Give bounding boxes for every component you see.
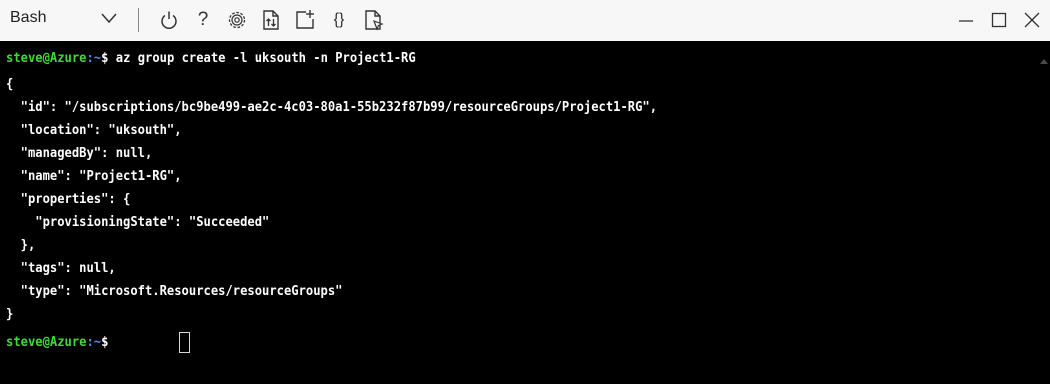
prompt-at: @	[42, 334, 50, 350]
prompt-symbol: $	[101, 334, 109, 350]
output-line: "properties": {	[6, 191, 131, 207]
scroll-up-arrow-icon[interactable]	[1040, 59, 1048, 64]
minimize-icon[interactable]	[954, 8, 978, 32]
terminal-cursor	[179, 332, 190, 353]
prompt-user: steve	[6, 334, 43, 350]
output-line: "name": "Project1-RG",	[6, 168, 182, 184]
upload-download-icon[interactable]	[259, 8, 283, 32]
power-icon[interactable]	[157, 8, 181, 32]
braces-icon[interactable]: {}	[327, 8, 351, 32]
gear-icon[interactable]	[225, 8, 249, 32]
command-line: steve@Azure:~$ az group create -l uksout…	[6, 48, 416, 68]
prompt-line: steve@Azure:~$	[6, 332, 108, 352]
prompt-path: :~	[86, 50, 102, 66]
maximize-icon[interactable]	[987, 8, 1011, 32]
shell-label: Bash	[10, 9, 47, 26]
help-icon[interactable]: ?	[191, 8, 215, 32]
output-line: "id": "/subscriptions/bc9be499-ae2c-4c03…	[6, 99, 658, 115]
output-line: "provisioningState": "Succeeded"	[6, 214, 270, 230]
output-line: {	[6, 76, 14, 92]
prompt-path: :~	[86, 334, 102, 350]
prompt-user: steve	[6, 50, 43, 66]
shell-selector[interactable]: Bash	[0, 6, 140, 34]
web-preview-icon[interactable]	[361, 8, 385, 32]
terminal[interactable]: steve@Azure:~$ az group create -l uksout…	[0, 41, 1050, 384]
output-line: "tags": null,	[6, 260, 116, 276]
chevron-down-icon	[100, 11, 118, 30]
prompt-symbol: $	[101, 50, 109, 66]
toolbar: Bash ? {}	[0, 0, 1050, 41]
editor-glyph: {}	[333, 11, 345, 28]
scrollbar[interactable]	[1036, 41, 1050, 384]
command-text: az group create -l uksouth -n Project1-R…	[108, 50, 416, 66]
output-line: }	[6, 306, 14, 322]
close-icon[interactable]	[1020, 8, 1044, 32]
output-line: "managedBy": null,	[6, 145, 153, 161]
toolbar-divider	[138, 8, 139, 32]
output-line: "location": "uksouth",	[6, 122, 182, 138]
new-session-icon[interactable]	[293, 8, 317, 32]
output-line: "type": "Microsoft.Resources/resourceGro…	[6, 283, 343, 299]
output-line: },	[6, 237, 36, 253]
prompt-at: @	[42, 50, 50, 66]
cloud-shell-window: Bash ? {} steve@Azure:~$ az group create…	[0, 0, 1050, 384]
help-glyph: ?	[197, 9, 209, 30]
prompt-host: Azure	[49, 334, 87, 350]
prompt-host: Azure	[49, 50, 87, 66]
